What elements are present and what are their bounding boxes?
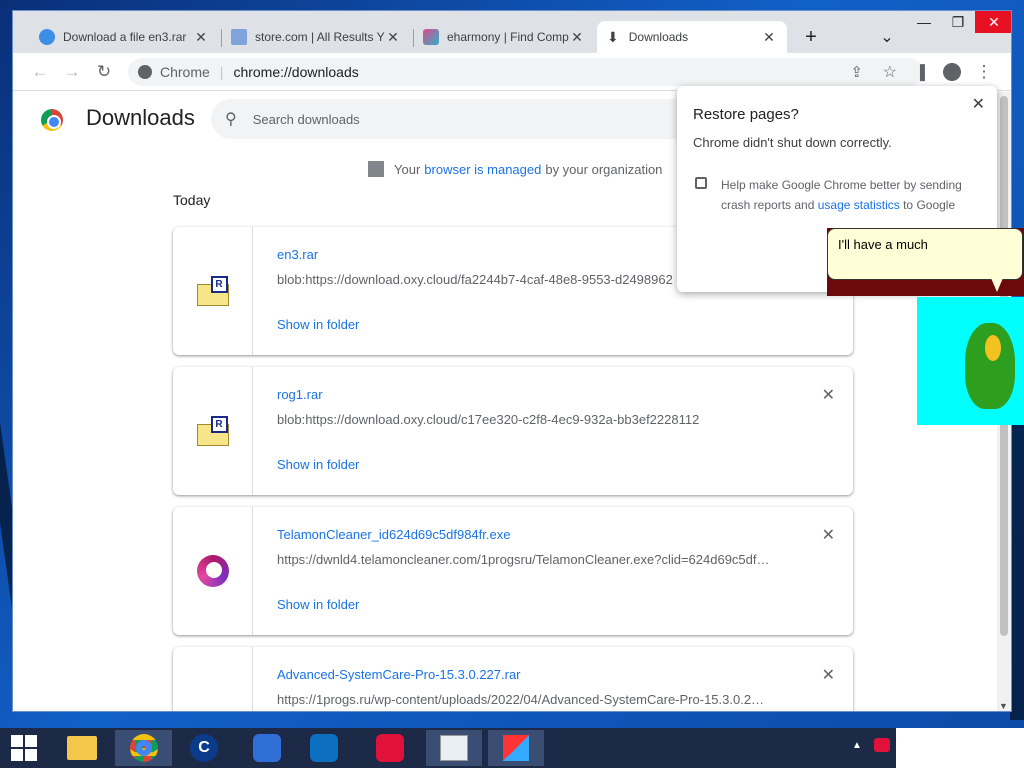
bookmark-star-icon[interactable]: ☆: [883, 62, 897, 82]
managed-suffix: by your organization: [545, 161, 663, 177]
popup-title: Restore pages?: [693, 106, 799, 123]
managed-notice: Your browser is managed by your organiza…: [368, 161, 662, 177]
tray-recorder-icon[interactable]: [874, 738, 890, 752]
chrome-taskbar-icon[interactable]: [115, 730, 172, 766]
windows-start-icon[interactable]: [0, 730, 48, 766]
reload-icon[interactable]: ↻: [93, 61, 115, 83]
chrome-logo-icon: [41, 109, 63, 131]
file-icon-column: R: [173, 227, 253, 355]
tab-strip: Download a file en3.rar ✕ store.com | Al…: [13, 11, 1011, 53]
tray-clock-area[interactable]: [896, 728, 1024, 768]
maximize-button[interactable]: ❐: [941, 11, 975, 33]
tray-chevron-icon[interactable]: ▲: [852, 740, 862, 751]
popup-body: Chrome didn't shut down correctly.: [693, 135, 892, 150]
eharmony-heart-icon: [423, 29, 439, 45]
remove-download-icon[interactable]: ✕: [822, 665, 835, 685]
profile-avatar-icon[interactable]: [941, 61, 963, 83]
file-name-link[interactable]: TelamonCleaner_id624d69c5df984fr.exe: [277, 527, 510, 542]
scroll-down-icon[interactable]: ▼: [999, 701, 1008, 711]
section-heading: Today: [173, 192, 211, 208]
telamon-icon: [196, 555, 229, 587]
address-bar[interactable]: Chrome | chrome://downloads ⇪ ☆: [128, 58, 923, 86]
tab-eharmony[interactable]: eharmony | Find Compa ✕: [413, 21, 595, 53]
tab-close-icon[interactable]: ✕: [569, 29, 585, 46]
show-in-folder-link[interactable]: Show in folder: [277, 597, 359, 612]
colorful-window-icon[interactable]: [488, 730, 544, 766]
parrot-beak-icon: [985, 335, 1001, 361]
crash-report-checkbox[interactable]: [695, 177, 707, 189]
show-in-folder-link[interactable]: Show in folder: [277, 457, 359, 472]
new-tab-button[interactable]: +: [799, 25, 823, 49]
tab-label: store.com | All Results Y: [255, 30, 385, 44]
building-icon: [368, 161, 384, 177]
download-card-advanced-systemcare: R Advanced-SystemCare-Pro-15.3.0.227.rar…: [173, 647, 853, 711]
search-icon: ⚲: [225, 111, 237, 128]
forward-arrow-icon[interactable]: →: [61, 61, 83, 83]
tab-label: Downloads: [628, 30, 689, 44]
file-url: https://dwnld4.telamoncleaner.com/1progs…: [277, 552, 770, 567]
url-text: chrome://downloads: [233, 64, 359, 80]
managed-prefix: Your: [394, 161, 421, 177]
file-icon-column: [173, 507, 253, 635]
back-arrow-icon[interactable]: ←: [29, 61, 51, 83]
page-title: Downloads: [86, 105, 195, 130]
popup-close-icon[interactable]: ✕: [972, 94, 985, 114]
tab-label: eharmony | Find Compa: [447, 30, 569, 44]
checkbox-text-line3: to Google: [899, 198, 956, 212]
tab-downloads[interactable]: ⬇ Downloads ✕: [597, 21, 787, 53]
tab-download-file[interactable]: Download a file en3.rar ✕: [29, 21, 219, 53]
download-arrow-icon: ⬇: [607, 28, 619, 45]
side-panel-icon[interactable]: ▐: [909, 61, 931, 83]
share-icon[interactable]: ⇪: [850, 63, 863, 81]
checkbox-text: Help make Google Chrome better by sendin…: [721, 175, 981, 215]
tab-close-icon[interactable]: ✕: [761, 29, 777, 46]
parrot-assistant[interactable]: [917, 297, 1024, 425]
close-window-button[interactable]: ✕: [975, 11, 1011, 33]
site-label: Chrome: [160, 64, 210, 80]
file-name-link[interactable]: rog1.rar: [277, 387, 323, 402]
download-card-rog1: R rog1.rar blob:https://download.oxy.clo…: [173, 367, 853, 495]
show-in-folder-link[interactable]: Show in folder: [277, 317, 359, 332]
screen-recorder-icon[interactable]: [366, 730, 414, 766]
speech-bubble: I'll have a much: [827, 228, 1023, 280]
rar-archive-icon: R: [196, 416, 229, 446]
managed-link[interactable]: browser is managed: [424, 162, 541, 177]
globe-icon: [39, 29, 55, 45]
checkbox-text-line2: crash reports and: [721, 198, 818, 212]
omnibox-divider: |: [219, 64, 224, 80]
remove-download-icon[interactable]: ✕: [822, 525, 835, 545]
search-downloads-input[interactable]: ⚲ Search downloads: [211, 99, 731, 139]
file-name-link[interactable]: en3.rar: [277, 247, 318, 262]
windows-taskbar: C ▲: [0, 728, 1024, 768]
remove-download-icon[interactable]: ✕: [822, 385, 835, 405]
minimize-button[interactable]: —: [907, 11, 941, 33]
checkbox-text-line1: Help make Google Chrome better by sendin…: [721, 178, 962, 192]
tab-close-icon[interactable]: ✕: [193, 29, 209, 46]
file-name-link[interactable]: Advanced-SystemCare-Pro-15.3.0.227.rar: [277, 667, 521, 682]
file-url: blob:https://download.oxy.cloud/c17ee320…: [277, 412, 700, 427]
file-url: https://1progs.ru/wp-content/uploads/202…: [277, 692, 765, 707]
store-favicon-icon: [231, 29, 247, 45]
file-icon-column: R: [173, 647, 253, 711]
chrome-site-icon: [138, 65, 152, 79]
speech-bubble-tail: [991, 278, 1003, 292]
tab-store[interactable]: store.com | All Results Y ✕: [221, 21, 411, 53]
document-window-icon[interactable]: [426, 730, 482, 766]
search-placeholder: Search downloads: [252, 111, 360, 127]
menu-kebab-icon[interactable]: ⋮: [973, 61, 995, 83]
download-card-telamon: TelamonCleaner_id624d69c5df984fr.exe htt…: [173, 507, 853, 635]
tab-close-icon[interactable]: ✕: [385, 29, 401, 46]
app-icon[interactable]: [243, 730, 291, 766]
assistant-banner: I'll have a much: [827, 228, 1024, 296]
rar-archive-icon: R: [196, 276, 229, 306]
shield-icon[interactable]: [300, 730, 348, 766]
file-explorer-icon[interactable]: [58, 730, 106, 766]
ccleaner-icon[interactable]: C: [180, 730, 228, 766]
usage-statistics-link[interactable]: usage statistics: [818, 198, 900, 212]
tab-search-button[interactable]: ⌄: [875, 25, 899, 49]
file-icon-column: R: [173, 367, 253, 495]
tab-label: Download a file en3.rar: [63, 30, 187, 44]
